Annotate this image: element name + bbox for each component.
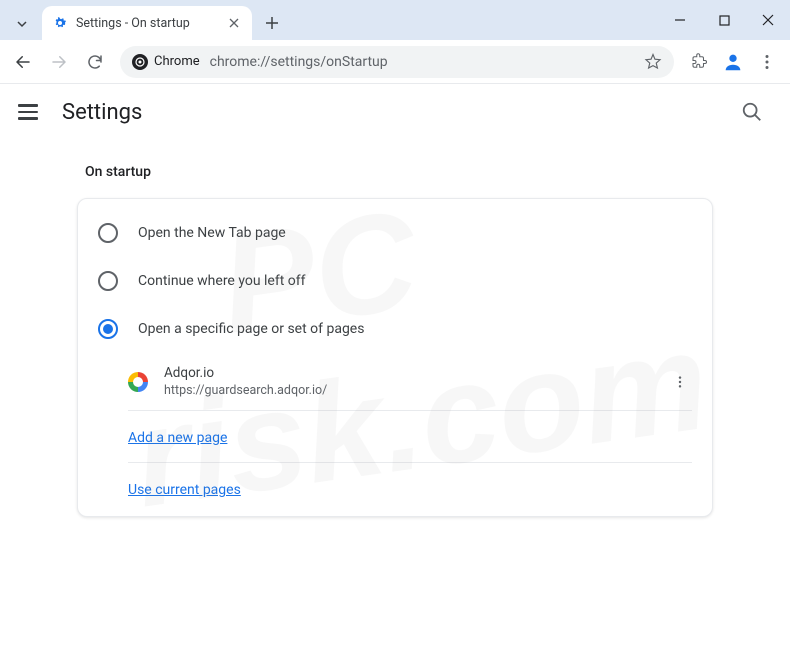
use-current-pages-link[interactable]: Use current pages (128, 482, 241, 498)
settings-content: On startup Open the New Tab page Continu… (0, 140, 790, 517)
site-favicon-icon (128, 372, 148, 392)
radio-label: Continue where you left off (138, 273, 306, 289)
more-vertical-icon (673, 375, 687, 389)
search-icon (741, 101, 763, 123)
menu-toggle-button[interactable] (18, 100, 42, 124)
use-current-row: Use current pages (128, 463, 692, 506)
radio-label: Open the New Tab page (138, 225, 286, 241)
profile-button[interactable] (718, 47, 748, 77)
reload-icon (86, 53, 104, 71)
startup-pages-list: Adqor.io https://guardsearch.adqor.io/ A… (128, 353, 692, 506)
radio-icon (98, 271, 118, 291)
site-chip-label: Chrome (154, 54, 200, 69)
minimize-button[interactable] (658, 0, 702, 40)
address-bar[interactable]: Chrome chrome://settings/onStartup (120, 46, 674, 78)
startup-page-row: Adqor.io https://guardsearch.adqor.io/ (128, 353, 692, 411)
browser-tab[interactable]: Settings - On startup (42, 6, 252, 40)
page-url: https://guardsearch.adqor.io/ (164, 383, 668, 398)
gear-icon (52, 15, 68, 31)
chrome-logo-icon (132, 54, 148, 70)
more-vertical-icon (759, 54, 775, 70)
maximize-icon (719, 15, 730, 26)
page-actions-button[interactable] (668, 370, 692, 394)
tab-close-button[interactable] (226, 15, 242, 31)
extensions-icon (690, 53, 708, 71)
reload-button[interactable] (78, 45, 112, 79)
tab-search-dropdown[interactable] (8, 8, 36, 40)
bookmark-button[interactable] (644, 53, 662, 71)
window-titlebar: Settings - On startup (0, 0, 790, 40)
star-icon (644, 53, 662, 71)
window-controls (658, 0, 790, 40)
page-title: Settings (62, 100, 732, 125)
menu-button[interactable] (750, 45, 784, 79)
hamburger-icon (18, 104, 38, 107)
add-page-row: Add a new page (128, 411, 692, 463)
radio-specific-pages[interactable]: Open a specific page or set of pages (78, 305, 712, 353)
close-window-button[interactable] (746, 0, 790, 40)
url-text: chrome://settings/onStartup (210, 54, 634, 70)
on-startup-section: On startup Open the New Tab page Continu… (77, 150, 713, 517)
tab-title: Settings - On startup (76, 16, 220, 31)
site-chip: Chrome (132, 54, 200, 70)
radio-label: Open a specific page or set of pages (138, 321, 364, 337)
browser-toolbar: Chrome chrome://settings/onStartup (0, 40, 790, 84)
startup-card: Open the New Tab page Continue where you… (77, 198, 713, 517)
radio-continue[interactable]: Continue where you left off (78, 257, 712, 305)
back-button[interactable] (6, 45, 40, 79)
page-name: Adqor.io (164, 365, 668, 381)
profile-icon (722, 51, 744, 73)
search-settings-button[interactable] (732, 92, 772, 132)
forward-button[interactable] (42, 45, 76, 79)
radio-open-new-tab[interactable]: Open the New Tab page (78, 209, 712, 257)
radio-icon (98, 319, 118, 339)
page-text: Adqor.io https://guardsearch.adqor.io/ (164, 365, 668, 398)
maximize-button[interactable] (702, 0, 746, 40)
close-icon (229, 18, 239, 28)
close-icon (762, 14, 774, 26)
new-tab-button[interactable] (258, 9, 286, 37)
extensions-button[interactable] (682, 45, 716, 79)
settings-header: Settings (0, 84, 790, 140)
arrow-left-icon (14, 53, 32, 71)
minimize-icon (674, 14, 686, 26)
section-title: On startup (77, 150, 713, 198)
radio-icon (98, 223, 118, 243)
chevron-down-icon (16, 18, 28, 30)
arrow-right-icon (50, 53, 68, 71)
plus-icon (265, 16, 279, 30)
add-new-page-link[interactable]: Add a new page (128, 430, 227, 446)
